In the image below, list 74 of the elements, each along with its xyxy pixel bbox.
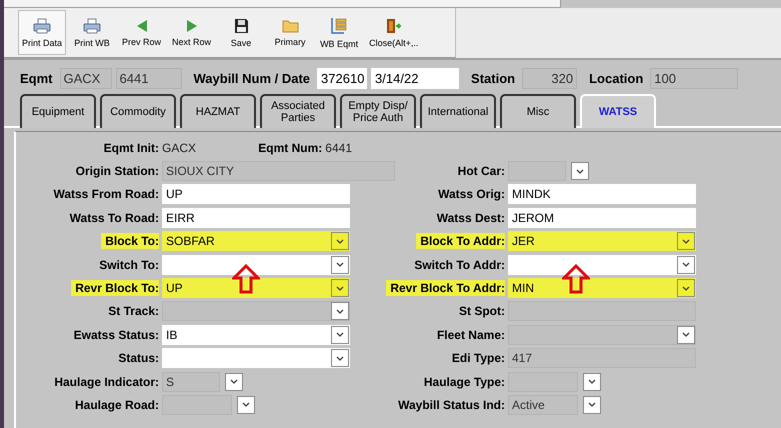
toolbar-button[interactable]: Close(Alt+,.. — [365, 10, 422, 55]
field-label: Watss Dest: — [436, 210, 505, 226]
tab[interactable]: HAZMAT — [180, 94, 256, 128]
readonly-field[interactable]: 6441 — [116, 68, 182, 88]
field-label: Hot Car: — [456, 163, 505, 180]
right-triangle-icon — [186, 18, 198, 32]
field-label: Eqmt Num: — [258, 140, 322, 155]
dropdown[interactable]: JER — [508, 231, 696, 252]
field-value: 6441 — [325, 140, 352, 155]
readonly-field[interactable]: 417 — [508, 348, 696, 368]
list-icon — [330, 16, 348, 34]
left-triangle-icon — [136, 18, 148, 32]
field-label: Eqmt — [20, 70, 52, 86]
field-label: Fleet Name: — [436, 326, 505, 343]
input-field[interactable]: MINDK — [508, 184, 696, 204]
dropdown[interactable]: Active — [508, 394, 578, 415]
field-label: Haulage Indicator: — [53, 374, 159, 390]
readonly-field[interactable]: SIOUX CITY — [162, 161, 395, 182]
field-label: Watss To Road: — [68, 210, 159, 226]
field-value: GACX — [162, 140, 198, 155]
field-label: Waybill Num / Date — [194, 70, 310, 86]
dropdown[interactable]: MIN — [508, 278, 696, 298]
toolbar-button[interactable]: Print Data — [18, 10, 66, 55]
folder-icon — [282, 18, 299, 32]
field-label: Ewatss Status: — [72, 326, 159, 343]
toolbar-button[interactable]: Next Row — [168, 10, 216, 55]
tab[interactable]: Equipment — [20, 94, 96, 128]
input-field[interactable]: UP — [162, 184, 350, 204]
printer-icon — [33, 18, 52, 34]
field-label: Switch To Addr: — [413, 256, 505, 273]
tab[interactable]: Misc — [500, 94, 576, 128]
toolbar-button[interactable]: Save — [218, 10, 264, 55]
field-label: Switch To: — [98, 256, 159, 273]
field-label: Block To Addr: — [416, 233, 505, 250]
field-label: Edi Type: — [450, 350, 505, 366]
input-field[interactable]: 372610 — [317, 68, 368, 88]
door-icon — [384, 18, 403, 34]
field-label: Haulage Road: — [74, 396, 159, 413]
field-label: St Spot: — [458, 303, 505, 320]
field-label: Status: — [117, 350, 159, 366]
field-label: Origin Station: — [74, 163, 159, 180]
toolbar-button[interactable]: Prev Row — [118, 10, 166, 55]
field-label: Haulage Type: — [422, 374, 505, 390]
readonly-field[interactable]: 320 — [522, 68, 578, 88]
input-field[interactable]: EIRR — [162, 208, 350, 228]
printer-icon — [83, 18, 102, 34]
field-label: Watss From Road: — [52, 186, 159, 202]
field-label: Revr Block To: — [71, 280, 159, 296]
field-label: St Track: — [107, 303, 159, 320]
dropdown[interactable] — [508, 324, 696, 345]
readonly-field[interactable]: GACX — [60, 68, 112, 88]
tab[interactable]: WATSS — [580, 94, 656, 128]
toolbar-button[interactable]: WB Eqmt — [316, 10, 362, 55]
dropdown[interactable]: SOBFAR — [162, 231, 350, 252]
field-label: Station — [471, 70, 516, 86]
field-label: Revr Block To Addr: — [386, 280, 505, 296]
dropdown[interactable]: S — [162, 372, 220, 392]
field-label: Waybill Status Ind: — [397, 396, 505, 413]
toolbar-button[interactable]: Primary — [267, 10, 314, 55]
dropdown[interactable]: UP — [162, 278, 350, 298]
tab[interactable]: Empty Disp/ Price Auth — [340, 94, 416, 128]
tab[interactable]: Commodity — [100, 94, 176, 128]
field-label: Block To: — [101, 233, 159, 250]
field-label: Watss Orig: — [437, 186, 505, 202]
tab[interactable]: Associated Parties — [260, 94, 336, 128]
input-field[interactable]: 3/14/22 — [371, 68, 460, 88]
dropdown[interactable]: IB — [162, 324, 350, 345]
tab[interactable]: International — [420, 94, 496, 128]
toolbar-button[interactable]: Print WB — [69, 10, 116, 55]
dropdown[interactable] — [162, 301, 350, 322]
readonly-field[interactable]: 100 — [650, 68, 738, 88]
field-label: Location — [589, 70, 644, 86]
input-field[interactable]: JEROM — [508, 208, 696, 228]
field-label: Eqmt Init: — [102, 140, 159, 156]
